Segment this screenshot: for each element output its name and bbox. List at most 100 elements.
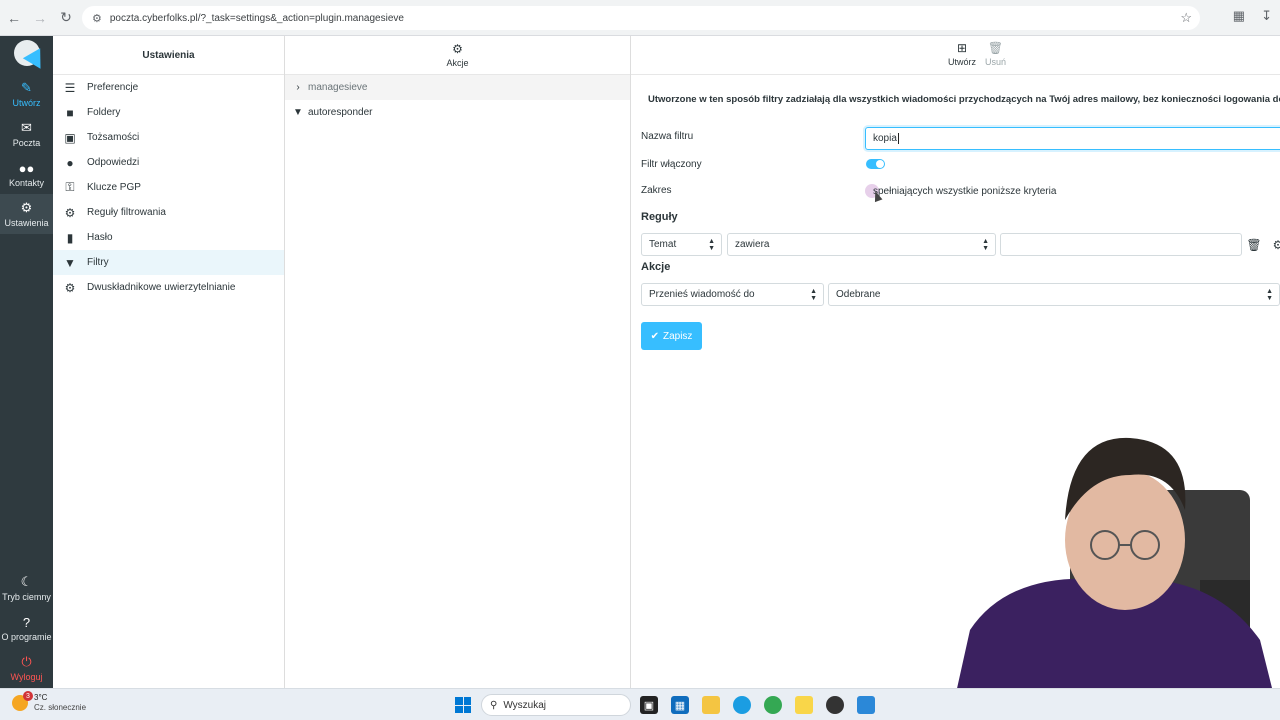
scope-value: spełniających wszystkie poniższe kryteri… [873, 186, 1057, 197]
filter-enabled-toggle[interactable] [866, 159, 885, 169]
settings-item-label: Reguły filtrowania [87, 207, 166, 218]
rail-about[interactable]: ? O programie [0, 608, 53, 648]
gear-icon: ⚙ [452, 42, 463, 56]
settings-item-password[interactable]: ▮ Hasło [53, 225, 284, 250]
settings-item-filters[interactable]: ▼ Filtry [53, 250, 284, 275]
taskbar-search[interactable]: ⚲ Wyszukaj [481, 694, 631, 716]
edge-icon[interactable] [733, 696, 751, 714]
extensions-icon[interactable]: ▦ [1233, 8, 1245, 24]
settings-item-preferences[interactable]: ☰ Preferencje [53, 75, 284, 100]
check-icon: ✔ [650, 330, 659, 342]
settings-panel: Ustawienia ☰ Preferencje ■ Foldery ▣ Tożsam… [53, 36, 285, 688]
delete-label: Usuń [985, 57, 1007, 67]
weather-badge: 3 [23, 691, 33, 701]
settings-item-responses[interactable]: ● Odpowiedzi [53, 150, 284, 175]
rail-compose[interactable]: ✎ Utwórz [0, 74, 53, 114]
actions-button[interactable]: ⚙ Akcje [446, 42, 468, 68]
filter-icon: ▼ [293, 107, 303, 118]
comment-icon: ● [66, 155, 74, 170]
roundcube-logo[interactable] [10, 40, 49, 74]
filter-enabled-label: Filtr włączony [641, 159, 702, 170]
notepad-icon[interactable] [857, 696, 875, 714]
weather-desc: Cz. słonecznie [34, 703, 87, 712]
filter-item-label: autoresponder [308, 107, 373, 118]
action-target-value: Odebrane [836, 289, 881, 300]
rail-contacts-label: Kontakty [8, 177, 45, 188]
folder-icon: ■ [66, 105, 74, 120]
settings-item-label: Dwuskładnikowe uwierzytelnianie [87, 282, 236, 293]
question-icon: ? [22, 614, 31, 630]
settings-item-label: Foldery [87, 107, 121, 118]
chevron-right-icon: › [296, 82, 300, 93]
rail-logout[interactable]: ⏻ Wyloguj [0, 648, 53, 688]
webcam-overlay [950, 437, 1280, 720]
filter-notice: Utworzone w ten sposób filtry zadziałają… [648, 94, 1280, 105]
actions-title: Akcje [641, 261, 671, 273]
rule-delete-icon[interactable]: 🗑 [1243, 233, 1265, 256]
select-arrows-icon: ▲ ▼ [708, 237, 715, 252]
filter-icon: ▼ [64, 255, 76, 270]
settings-item-label: Preferencje [87, 82, 139, 93]
id-card-icon: ▣ [64, 130, 76, 145]
delete-button[interactable]: 🗑 Usuń [985, 41, 1006, 67]
rule-operator-select[interactable]: zawiera ▲ ▼ [727, 233, 996, 256]
settings-item-label: Filtry [87, 257, 109, 268]
app-rail: ✎ Utwórz ✉ Poczta ●● Kontakty ⚙ Ustawien… [0, 36, 53, 688]
rules-title: Reguły [641, 211, 678, 223]
obs-icon[interactable] [826, 696, 844, 714]
rule-value-input[interactable] [1000, 233, 1242, 256]
filter-sets-panel: ⚙ Akcje › managesieve ▼ autoresponder [285, 36, 631, 688]
task-view-icon[interactable]: ▣ [640, 696, 658, 714]
filter-name-value: kopia [873, 133, 897, 144]
action-type-value: Przenieś wiadomość do [649, 289, 755, 300]
windows-start-icon[interactable] [455, 697, 471, 713]
settings-item-pgp-keys[interactable]: ⚿ Klucze PGP [53, 175, 284, 200]
file-explorer-icon[interactable] [702, 696, 720, 714]
back-icon[interactable]: ← [2, 6, 26, 30]
rail-mail[interactable]: ✉ Poczta [0, 114, 53, 154]
create-button[interactable]: ⊞ Utwórz [948, 41, 976, 67]
notes-icon[interactable] [795, 696, 813, 714]
envelope-icon: ✉ [21, 120, 32, 135]
action-target-select[interactable]: Odebrane ▲ ▼ [828, 283, 1280, 306]
settings-item-label: Tożsamości [87, 132, 140, 143]
gear-icon: ⚙ [64, 280, 76, 295]
rule-operator-value: zawiera [735, 239, 770, 250]
browser-toolbar: ← → ↻ ⚙ poczta.cyberfolks.pl/?_task=sett… [0, 0, 1280, 36]
settings-item-identities[interactable]: ▣ Tożsamości [53, 125, 284, 150]
rail-settings[interactable]: ⚙ Ustawienia [0, 194, 53, 234]
chrome-icon[interactable] [764, 696, 782, 714]
settings-item-label: Odpowiedzi [87, 157, 140, 168]
address-bar[interactable]: ⚙ poczta.cyberfolks.pl/?_task=settings&_… [82, 6, 1200, 30]
sliders-icon: ☰ [64, 80, 76, 95]
rule-add-gear-icon[interactable]: ⚙ [1267, 233, 1280, 256]
bookmark-star-icon[interactable]: ☆ [1180, 10, 1192, 26]
filter-item[interactable]: ▼ autoresponder [285, 100, 630, 125]
filter-set-group[interactable]: › managesieve [285, 75, 630, 100]
filter-name-input[interactable]: kopia [865, 127, 1280, 150]
rail-dark-mode-label: Tryb ciemny [2, 592, 51, 602]
rail-contacts[interactable]: ●● Kontakty [0, 154, 53, 194]
actions-label: Akcje [446, 58, 469, 68]
filter-name-label: Nazwa filtru [641, 131, 694, 142]
settings-item-2fa[interactable]: ⚙ Dwuskładnikowe uwierzytelnianie [53, 275, 284, 300]
forward-icon[interactable]: → [28, 6, 52, 30]
settings-item-folders[interactable]: ■ Foldery [53, 100, 284, 125]
users-icon: ●● [18, 160, 35, 176]
settings-item-filter-rules[interactable]: ⚙ Reguły filtrowania [53, 200, 284, 225]
reload-icon[interactable]: ↻ [54, 6, 78, 30]
lock-icon: ▮ [66, 230, 74, 245]
save-button[interactable]: ✔ Zapisz [641, 322, 702, 350]
download-icon[interactable]: ↧ [1261, 8, 1272, 24]
store-icon[interactable]: ▦ [671, 696, 689, 714]
site-settings-icon[interactable]: ⚙ [92, 12, 102, 25]
action-type-select[interactable]: Przenieś wiadomość do ▲ ▼ [641, 283, 824, 306]
create-label: Utwórz [948, 57, 977, 67]
rule-header-select[interactable]: Temat ▲ ▼ [641, 233, 722, 256]
settings-item-label: Hasło [87, 232, 113, 243]
weather-widget[interactable]: 3 3°C Cz. słonecznie [12, 691, 87, 713]
url-text: poczta.cyberfolks.pl/?_task=settings&_ac… [109, 12, 404, 24]
weather-temp: 3°C [34, 693, 48, 702]
sun-icon: 3 [12, 691, 33, 711]
rail-dark-mode[interactable]: ☾ Tryb ciemny [0, 568, 53, 608]
